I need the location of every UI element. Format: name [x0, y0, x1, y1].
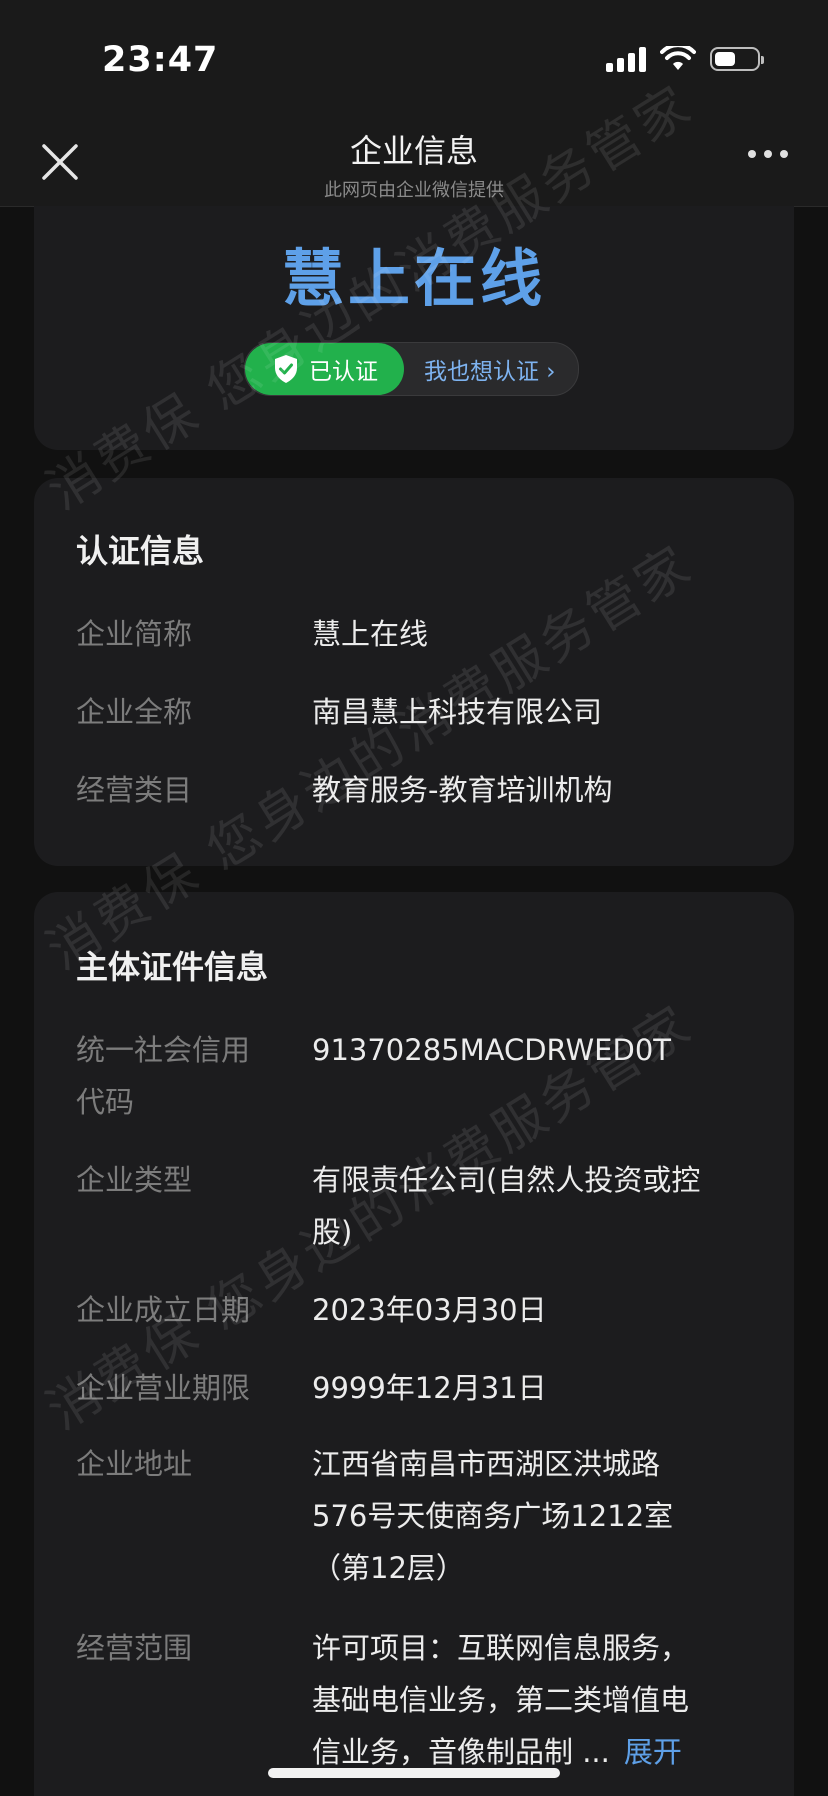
- value-line: 2023年03月30日: [312, 1293, 547, 1327]
- page-title: 企业信息: [349, 132, 478, 170]
- company-brand-name: 慧上在线: [281, 242, 546, 315]
- info-row: 企业成立日期 2023年03月30日: [76, 1284, 754, 1336]
- row-value: 江西省南昌市西湖区洪城路 576号天使商务广场1212室 （第12层）: [312, 1438, 754, 1594]
- status-bar: 23:47: [0, 0, 828, 120]
- label-line: 企业类型: [76, 1163, 193, 1197]
- label-line: 代码: [76, 1085, 135, 1119]
- screen: 23:47 企业信息 此网页由企业微信提供 慧上在线 已认证 我也想认证 › 认…: [0, 0, 828, 1796]
- label-line: 企业地址: [76, 1447, 193, 1481]
- row-value: 91370285MACDRWED0T: [312, 1024, 754, 1128]
- row-value: 教育服务-教育培训机构: [312, 773, 613, 807]
- page-subtitle: 此网页由企业微信提供: [324, 180, 504, 201]
- value-line: 许可项目：互联网信息服务，: [312, 1631, 690, 1665]
- row-label: 企业成立日期: [76, 1284, 312, 1336]
- value-line: （第12层）: [312, 1551, 465, 1585]
- want-verify-link[interactable]: 我也想认证 ›: [404, 352, 578, 386]
- value-line: 576号天使商务广场1212室: [312, 1499, 674, 1533]
- label-line: 企业营业期限: [76, 1371, 251, 1405]
- info-row: 经营类目 教育服务-教育培训机构: [76, 764, 754, 816]
- row-label: 企业全称: [76, 695, 193, 729]
- info-row: 企业营业期限 9999年12月31日: [76, 1362, 754, 1414]
- value-line: 有限责任公司(自然人投资或控: [312, 1163, 701, 1197]
- info-row: 企业简称 慧上在线: [76, 608, 754, 660]
- label-line: 经营范围: [76, 1631, 193, 1665]
- row-label: 企业类型: [76, 1154, 312, 1258]
- value-line: 江西省南昌市西湖区洪城路: [312, 1447, 661, 1481]
- info-row: 统一社会信用 代码 91370285MACDRWED0T: [76, 1024, 754, 1128]
- label-line: 企业成立日期: [76, 1293, 251, 1327]
- status-time: 23:47: [102, 40, 219, 80]
- value-line: 股): [312, 1215, 353, 1249]
- row-value: 2023年03月30日: [312, 1284, 754, 1336]
- shield-check-icon: [275, 355, 297, 383]
- row-value: 有限责任公司(自然人投资或控 股): [312, 1154, 754, 1258]
- certification-info-card: 认证信息 企业简称 慧上在线 企业全称 南昌慧上科技有限公司 经营类目 教育服务…: [34, 478, 794, 866]
- battery-icon: [710, 47, 764, 71]
- verified-badge: 已认证: [245, 343, 404, 395]
- row-label: 经营类目: [76, 773, 193, 807]
- battery-fill: [715, 52, 735, 66]
- verified-label: 已认证: [309, 359, 378, 385]
- value-line: 基础电信业务，第二类增值电: [312, 1683, 690, 1717]
- nav-title-group: 企业信息 此网页由企业微信提供: [0, 126, 828, 202]
- row-label: 企业简称: [76, 617, 193, 651]
- info-row: 经营范围 许可项目：互联网信息服务， 基础电信业务，第二类增值电 信业务，音像制…: [76, 1622, 754, 1778]
- row-label: 经营范围: [76, 1622, 312, 1778]
- row-value: 9999年12月31日: [312, 1362, 754, 1414]
- info-row: 企业全称 南昌慧上科技有限公司: [76, 686, 754, 738]
- wifi-icon: [660, 46, 696, 70]
- company-header-card: 慧上在线 已认证 我也想认证 ›: [34, 206, 794, 450]
- value-line-text: 信业务，音像制品制 ...: [312, 1735, 610, 1769]
- entity-certificate-card: 主体证件信息 统一社会信用 代码 91370285MACDRWED0T 企业类型…: [34, 892, 794, 1796]
- value-line: 91370285MACDRWED0T: [312, 1033, 672, 1067]
- label-line: 统一社会信用: [76, 1033, 251, 1067]
- cellular-signal-icon: [606, 46, 646, 72]
- more-icon[interactable]: [748, 150, 788, 158]
- verification-pill: 已认证 我也想认证 ›: [244, 342, 579, 396]
- row-label: 企业营业期限: [76, 1362, 312, 1414]
- row-label: 统一社会信用 代码: [76, 1024, 312, 1128]
- expand-link[interactable]: 展开: [624, 1735, 682, 1769]
- nav-bar: 企业信息 此网页由企业微信提供: [0, 120, 828, 207]
- home-indicator[interactable]: [268, 1768, 560, 1778]
- entity-title: 主体证件信息: [76, 948, 269, 986]
- row-value: 许可项目：互联网信息服务， 基础电信业务，第二类增值电 信业务，音像制品制 ..…: [312, 1622, 754, 1778]
- certification-title: 认证信息: [76, 532, 205, 570]
- info-row: 企业类型 有限责任公司(自然人投资或控 股): [76, 1154, 754, 1258]
- info-row: 企业地址 江西省南昌市西湖区洪城路 576号天使商务广场1212室 （第12层）: [76, 1438, 754, 1594]
- row-value: 慧上在线: [312, 617, 429, 651]
- value-line: 9999年12月31日: [312, 1371, 547, 1405]
- status-icons: [606, 46, 764, 72]
- row-label: 企业地址: [76, 1438, 312, 1594]
- row-value: 南昌慧上科技有限公司: [312, 695, 603, 729]
